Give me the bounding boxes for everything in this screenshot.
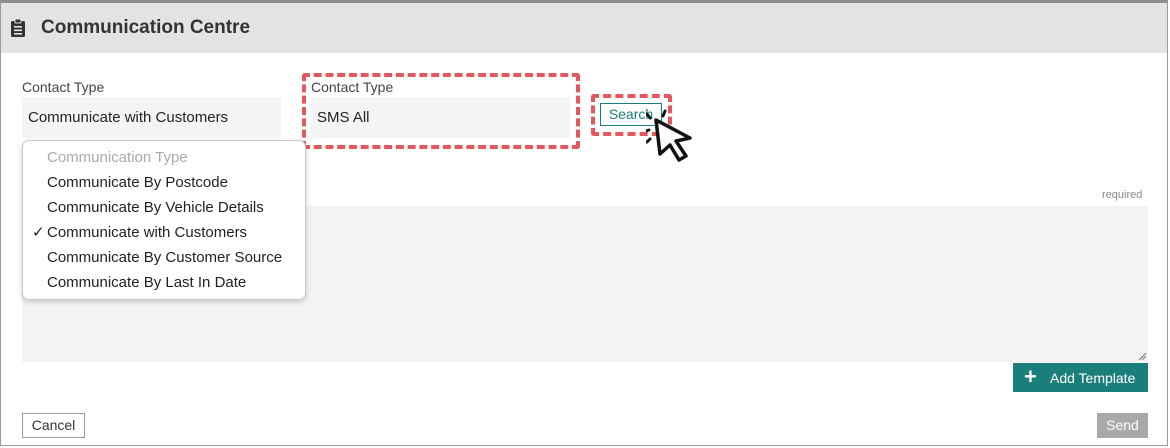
contact-type-label-2: Contact Type	[311, 79, 394, 95]
page-title: Communication Centre	[41, 17, 251, 38]
dropdown-item-placeholder: Communication Type	[23, 145, 305, 170]
dropdown-item-last-in-date[interactable]: Communicate By Last In Date	[23, 270, 305, 295]
dropdown-item-label: Communicate with Customers	[47, 224, 248, 241]
dropdown-item-label: Communication Type	[47, 149, 188, 166]
page-header: Communication Centre	[1, 3, 1167, 53]
dropdown-item-postcode[interactable]: Communicate By Postcode	[23, 170, 305, 195]
checkmark-icon: ✓	[32, 224, 45, 241]
resize-grip-icon[interactable]	[1137, 351, 1147, 361]
add-template-label: Add Template	[1050, 370, 1136, 386]
send-button[interactable]: Send	[1097, 413, 1148, 438]
dropdown-item-label: Communicate By Last In Date	[47, 274, 247, 291]
add-template-button[interactable]: + Add Template	[1013, 363, 1148, 392]
communication-type-dropdown: Communication Type Communicate By Postco…	[22, 140, 306, 300]
dropdown-item-label: Communicate By Vehicle Details	[47, 199, 264, 216]
contact-type-select[interactable]: SMS All	[311, 97, 570, 138]
clipboard-icon	[11, 18, 25, 37]
dropdown-item-label: Communicate By Customer Source	[47, 249, 283, 266]
dropdown-item-customer-source[interactable]: Communicate By Customer Source	[23, 245, 305, 270]
contact-type-label: Contact Type	[22, 79, 105, 95]
dropdown-item-vehicle-details[interactable]: Communicate By Vehicle Details	[23, 195, 305, 220]
contact-type-value: SMS All	[317, 109, 370, 126]
communication-type-value: Communicate with Customers	[28, 109, 229, 126]
pointer-cursor-icon	[646, 109, 692, 162]
required-hint: required	[1102, 189, 1143, 201]
dropdown-item-customers[interactable]: ✓ Communicate with Customers	[23, 220, 305, 245]
cancel-button[interactable]: Cancel	[22, 413, 85, 438]
plus-icon: +	[1024, 364, 1037, 389]
dropdown-item-label: Communicate By Postcode	[47, 174, 228, 191]
communication-type-select[interactable]: Communicate with Customers	[22, 97, 281, 138]
